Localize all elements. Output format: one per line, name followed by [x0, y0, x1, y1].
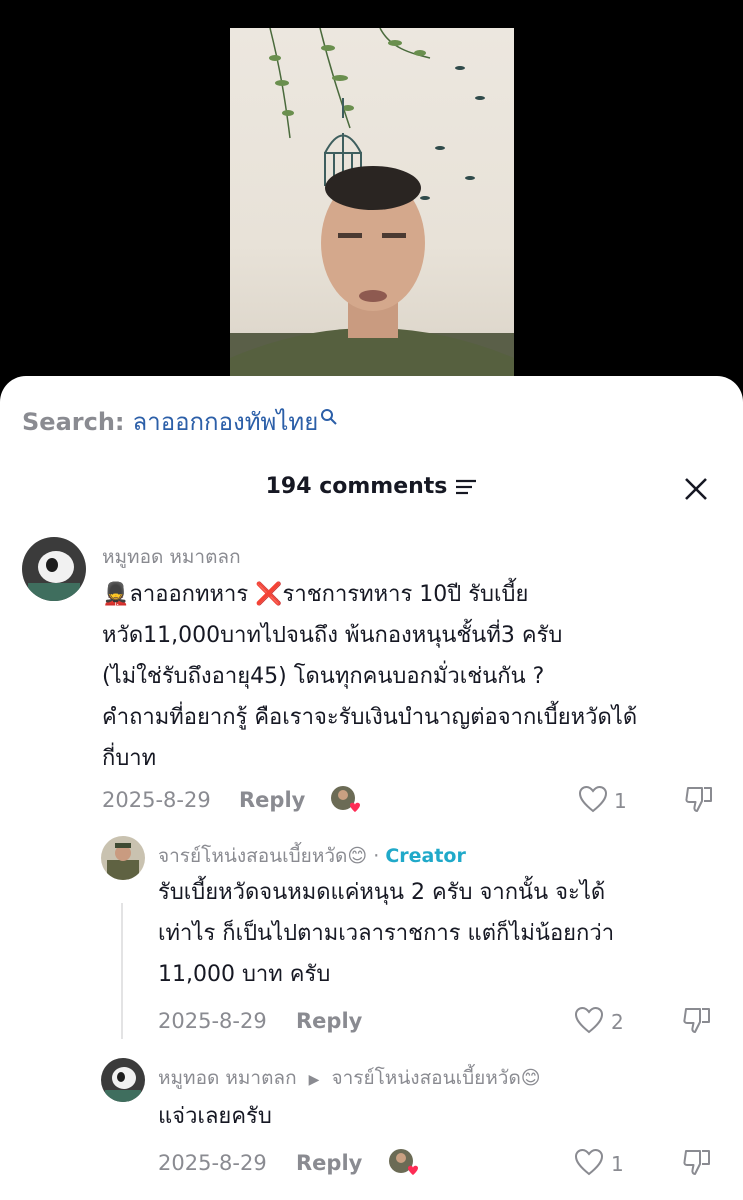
comment-line: รับเบี้ยหวัดจนหมดแค่หนุน 2 ครับ จากนั้น … — [158, 880, 606, 905]
reply-to-name[interactable]: จารย์โหน่งสอนเบี้ยหวัด😊 — [331, 1067, 540, 1089]
avatar[interactable] — [101, 836, 145, 880]
search-icon — [321, 408, 338, 425]
avatar[interactable] — [101, 1058, 145, 1102]
dislike-icon[interactable] — [684, 784, 714, 814]
heart-outline-icon[interactable] — [574, 1148, 604, 1176]
like-count: 2 — [611, 1010, 624, 1034]
comment-line: 💂ลาออกทหาร ❌ราชการทหาร 10ปี รับเบี้ย — [102, 582, 529, 607]
reply-button[interactable]: Reply — [239, 788, 305, 812]
comments-count: 194 comments — [265, 474, 448, 499]
search-query-link[interactable]: ลาออกกองทัพไทย — [133, 402, 319, 441]
creator-liked-icon — [389, 1149, 418, 1175]
search-prefix: Search: — [22, 407, 125, 436]
creator-name[interactable]: จารย์โหน่งสอนเบี้ยหวัด😊 — [158, 845, 367, 867]
reply-username: หมูทอด หมาตลก ▶ จารย์โหน่งสอนเบี้ยหวัด😊 — [158, 1063, 541, 1093]
dislike-icon[interactable] — [682, 1005, 712, 1035]
reply-date: 2025-8-29 — [158, 1009, 267, 1033]
video-frame[interactable] — [230, 28, 514, 388]
heart-outline-icon[interactable] — [578, 785, 608, 813]
comment-line: แจ่วเลยครับ — [158, 1104, 272, 1129]
reply-text: แจ่วเลยครับ — [158, 1096, 718, 1137]
comments-header: 194 comments — [0, 474, 743, 499]
reply-username: จารย์โหน่งสอนเบี้ยหวัด😊 · Creator — [158, 841, 466, 871]
reply-date: 2025-8-29 — [158, 1151, 267, 1175]
like-count: 1 — [611, 1152, 624, 1176]
comment-line: คำถามที่อยากรู้ คือเราจะรับเงินบำนาญต่อจ… — [102, 705, 638, 730]
close-icon[interactable] — [683, 476, 709, 502]
reply-button[interactable]: Reply — [296, 1009, 362, 1033]
search-suggestion[interactable]: Search: ลาออกกองทัพไทย — [22, 402, 338, 441]
heart-outline-icon[interactable] — [574, 1006, 604, 1034]
thread-line — [121, 903, 123, 1039]
comment-line: (ไม่ใช่รับถึงอายุ45) โดนทุกคนบอกมั่วเช่น… — [102, 664, 545, 689]
separator-dot: · — [373, 845, 380, 867]
reply-arrow-icon: ▶ — [308, 1072, 320, 1088]
comment-date: 2025-8-29 — [102, 788, 211, 812]
creator-liked-icon — [331, 786, 360, 812]
comments-sheet: Search: ลาออกกองทัพไทย 194 comments หมูท… — [0, 376, 743, 1200]
filter-icon[interactable] — [455, 478, 477, 496]
dislike-icon[interactable] — [682, 1147, 712, 1177]
video-player[interactable] — [0, 0, 743, 400]
reply-text: รับเบี้ยหวัดจนหมดแค่หนุน 2 ครับ จากนั้น … — [158, 872, 718, 995]
reply-author[interactable]: หมูทอด หมาตลก — [158, 1067, 297, 1089]
like-count: 1 — [614, 789, 627, 813]
comment-line: หวัด11,000บาทไปจนถึง พ้นกองหนุนชั้นที่3 … — [102, 623, 563, 648]
comment-line: เท่าไร ก็เป็นไปตามเวลาราชการ แต่ก็ไม่น้อ… — [158, 921, 615, 946]
person-figure — [230, 166, 514, 388]
creator-badge: Creator — [385, 845, 466, 867]
comment-line: 11,000 บาท ครับ — [158, 962, 331, 987]
reply-button[interactable]: Reply — [296, 1151, 362, 1175]
comment-text: 💂ลาออกทหาร ❌ราชการทหาร 10ปี รับเบี้ย หวั… — [102, 574, 722, 779]
wall-decal-image — [230, 28, 514, 388]
comment-username[interactable]: หมูทอด หมาตลก — [102, 542, 241, 572]
avatar[interactable] — [22, 537, 86, 601]
comment-line: กี่บาท — [102, 746, 157, 771]
